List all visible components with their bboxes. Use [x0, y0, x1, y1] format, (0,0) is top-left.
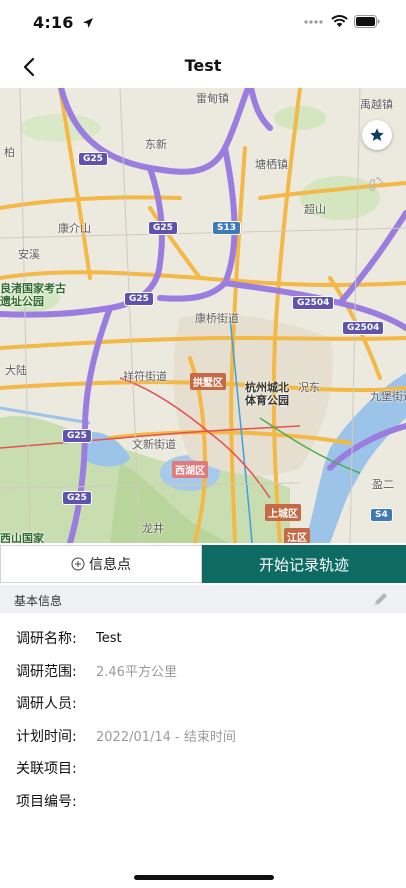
info-row-people: 调研人员:	[16, 687, 396, 720]
info-row-time: 计划时间: 2022/01/14 - 结束时间	[16, 720, 396, 753]
edit-button[interactable]	[370, 588, 392, 610]
map-label: 康桥街道	[195, 312, 239, 325]
home-indicator[interactable]	[134, 875, 274, 880]
plus-circle-icon	[71, 557, 85, 571]
map-label: 况东	[298, 381, 320, 394]
info-row-name: 调研名称: Test	[16, 622, 396, 655]
info-label: 调研范围:	[16, 663, 77, 680]
highway-shield: G25	[124, 292, 154, 306]
map-label: 禹越镇	[360, 98, 393, 111]
highway-shield: G2504	[292, 296, 335, 310]
start-record-label: 开始记录轨迹	[258, 555, 349, 574]
highway-shield: S4	[370, 508, 393, 522]
map-label: 柏	[4, 146, 15, 159]
wifi-icon	[331, 15, 348, 27]
info-value: 2022/01/14 - 结束时间	[96, 730, 236, 746]
footprint-icon	[369, 176, 383, 192]
star-icon	[370, 128, 384, 141]
highway-shield: G25	[62, 429, 92, 443]
map-label: 龙井	[142, 522, 164, 535]
info-row-number: 项目编号:	[16, 785, 396, 818]
district-badge: 上城区	[265, 504, 301, 521]
status-bar: 4:16	[0, 0, 406, 44]
signal-dots-icon	[304, 19, 323, 24]
page-title: Test	[184, 56, 222, 75]
status-icons	[303, 15, 380, 28]
section-header: 基本信息	[0, 585, 406, 613]
info-label: 计划时间:	[16, 728, 77, 745]
info-label: 关联项目:	[16, 761, 77, 778]
highway-shield: G25	[78, 152, 108, 166]
highway-shield: S13	[212, 221, 242, 235]
map-label: 文新街道	[132, 438, 176, 451]
location-arrow-icon	[83, 18, 94, 28]
map-label: 雷甸镇	[196, 92, 229, 105]
section-title: 基本信息	[14, 594, 63, 608]
info-value: 2.46平方公里	[96, 665, 177, 681]
map-label: 体育公园	[245, 394, 289, 407]
map-label: 盈二	[372, 478, 394, 491]
favorite-button[interactable]	[362, 120, 392, 150]
battery-icon	[354, 15, 380, 28]
info-label: 项目编号:	[16, 793, 77, 810]
map-label: 东新	[145, 138, 167, 151]
info-row-project: 关联项目:	[16, 752, 396, 785]
info-list: 调研名称: Test 调研范围: 2.46平方公里 调研人员: 计划时间: 20…	[16, 622, 396, 817]
footprint-button[interactable]	[364, 172, 388, 196]
start-record-button[interactable]: 开始记录轨迹	[202, 545, 406, 583]
status-time: 4:16	[33, 13, 94, 32]
map-label: 九堡街道	[370, 390, 406, 403]
map-label: 塘栖镇	[255, 158, 288, 171]
highway-shield: G2504	[342, 321, 385, 335]
district-badge: 拱墅区	[190, 373, 226, 390]
highway-shield: G25	[148, 221, 178, 235]
map-label: 超山	[304, 203, 326, 216]
highway-shield: G25	[62, 491, 92, 505]
info-row-range: 调研范围: 2.46平方公里	[16, 655, 396, 688]
district-badge: 江区	[284, 528, 310, 543]
district-badge: 西湖区	[172, 461, 208, 478]
info-label: 调研人员:	[16, 696, 77, 713]
map-label: 安溪	[18, 248, 40, 261]
map-label: 遗址公园	[0, 295, 44, 308]
map-label: 康介山	[58, 222, 91, 235]
add-poi-label: 信息点	[89, 557, 131, 573]
map-view[interactable]: 雷甸镇 禹越镇 东新 柏 塘栖镇 康介山 超山 安溪 良渚国家考古 遗址公园 康…	[0, 88, 406, 543]
pencil-icon	[375, 593, 387, 605]
map-label: 祥符街道	[123, 370, 167, 383]
action-row: 信息点 开始记录轨迹	[0, 545, 406, 583]
add-poi-button[interactable]: 信息点	[0, 545, 202, 583]
nav-bar: Test	[0, 44, 406, 88]
info-label: 调研名称:	[16, 631, 77, 648]
map-label: 大陆	[5, 364, 27, 377]
info-value: Test	[96, 630, 122, 646]
map-label: 西山国家	[0, 532, 44, 543]
